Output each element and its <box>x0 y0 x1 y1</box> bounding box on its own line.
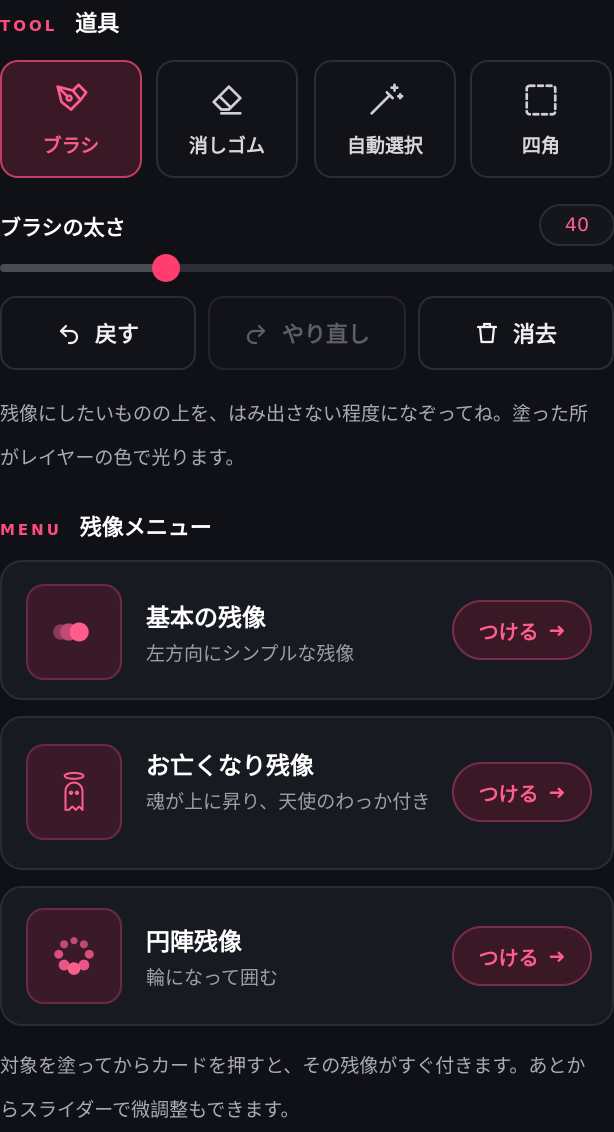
ghost-halo-icon <box>26 744 122 840</box>
tool-brush-button[interactable]: ブラシ <box>0 60 142 178</box>
redo-icon <box>246 324 266 345</box>
tool-magic-wand-label: 自動選択 <box>346 134 423 157</box>
arrow-right-icon: ➜ <box>548 618 566 642</box>
menu-card-desc: 魂が上に昇り、天使のわっか付き <box>146 791 431 813</box>
eraser-icon <box>212 84 242 115</box>
menu-card-title: 円陣残像 <box>146 928 242 956</box>
tool-magic-wand-button[interactable]: 自動選択 <box>314 60 456 178</box>
trail-dots-icon <box>26 584 122 680</box>
arrow-right-icon: ➜ <box>548 780 566 804</box>
undo-label: 戻す <box>94 323 139 348</box>
brush-size-label: ブラシの太さ <box>0 216 126 240</box>
tool-rect-select-label: 四角 <box>521 134 560 157</box>
tool-grid: ブラシ 消しゴム 自動選択 四角 <box>0 60 614 180</box>
slider-fill <box>0 264 166 272</box>
paint-hint: 残像にしたいものの上を、はみ出さない程度になぞってね。塗った所がレイヤーの色で光… <box>0 403 589 469</box>
card-hint: 対象を塗ってからカードを押すと、その残像がすぐ付きます。あとからスライダーで微調… <box>0 1055 586 1121</box>
tool-eraser-button[interactable]: 消しゴム <box>156 60 298 178</box>
arrow-right-icon: ➜ <box>548 944 566 968</box>
apply-ghost-button[interactable]: つける ➜ <box>452 762 592 822</box>
circle-dots-icon <box>26 908 122 1004</box>
apply-button-label: つける <box>478 945 539 970</box>
menu-card-basic[interactable]: 基本の残像 左方向にシンプルな残像 つける ➜ <box>0 560 614 700</box>
menu-card-desc: 輪になって囲む <box>146 967 279 989</box>
menu-section-title: 残像メニュー <box>79 516 212 541</box>
clear-label: 消去 <box>512 323 557 348</box>
redo-button[interactable]: やり直し <box>208 296 406 370</box>
apply-button-label: つける <box>478 619 539 644</box>
menu-card-desc: 左方向にシンプルな残像 <box>146 643 355 665</box>
apply-circle-button[interactable]: つける ➜ <box>452 926 592 986</box>
apply-button-label: つける <box>478 781 539 806</box>
tool-section-header: TOOL 道具 <box>0 6 119 38</box>
magic-wand-icon <box>370 82 404 115</box>
clear-button[interactable]: 消去 <box>418 296 614 370</box>
undo-button[interactable]: 戻す <box>0 296 196 370</box>
undo-icon <box>59 324 79 345</box>
menu-card-title: お亡くなり残像 <box>146 752 314 780</box>
trash-icon <box>476 322 498 344</box>
tool-section-title: 道具 <box>75 12 120 37</box>
tool-rect-select-button[interactable]: 四角 <box>470 60 612 178</box>
menu-kicker: MENU <box>0 521 62 539</box>
history-actions: 戻す やり直し 消去 <box>0 296 614 370</box>
menu-card-circle[interactable]: 円陣残像 輪になって囲む つける ➜ <box>0 886 614 1026</box>
slider-thumb[interactable] <box>151 254 180 282</box>
brush-size-value: 40 <box>539 204 614 246</box>
rect-select-icon <box>525 83 557 116</box>
menu-card-title: 基本の残像 <box>146 604 266 632</box>
brush-icon <box>56 82 88 111</box>
menu-card-ghost[interactable]: お亡くなり残像 魂が上に昇り、天使のわっか付き つける ➜ <box>0 716 614 870</box>
tool-eraser-label: 消しゴム <box>188 134 265 157</box>
redo-label: やり直し <box>281 323 370 348</box>
brush-size-slider[interactable] <box>0 254 614 282</box>
tool-brush-label: ブラシ <box>42 134 100 157</box>
apply-basic-button[interactable]: つける ➜ <box>452 600 592 660</box>
tool-kicker: TOOL <box>0 17 58 35</box>
menu-section-header: MENU 残像メニュー <box>0 510 212 542</box>
